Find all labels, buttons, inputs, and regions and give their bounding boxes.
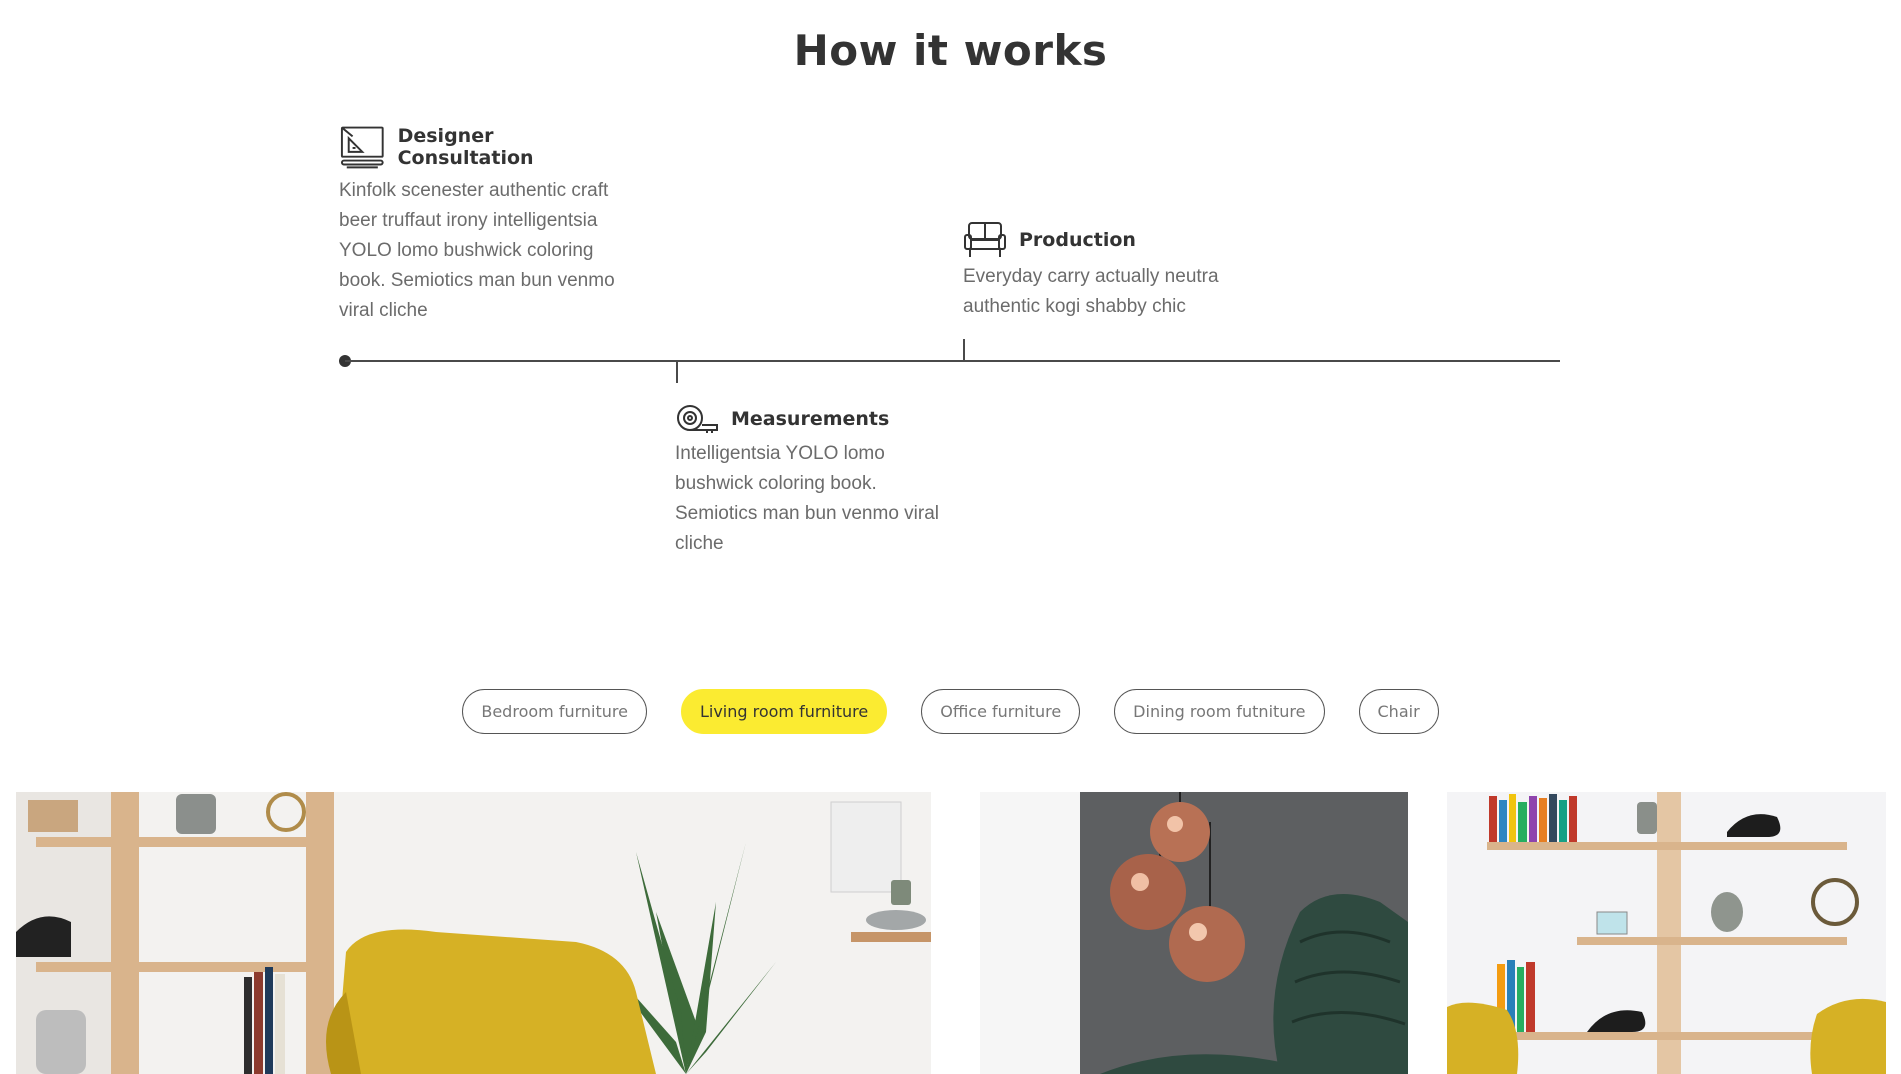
timeline-line bbox=[345, 360, 1560, 362]
step-title: Designer Consultation bbox=[397, 125, 534, 169]
category-filter-tabs: Bedroom furniture Living room furniture … bbox=[0, 689, 1901, 734]
tab-living-room-furniture[interactable]: Living room furniture bbox=[680, 689, 888, 734]
product-gallery bbox=[0, 792, 1901, 1074]
timeline-tick-production bbox=[963, 339, 965, 361]
step-designer-consultation: Designer Consultation Kinfolk scenester … bbox=[339, 124, 629, 326]
tape-measure-icon bbox=[675, 403, 719, 435]
gallery-image-shelves-yellow-chairs[interactable] bbox=[1447, 792, 1886, 1074]
sofa-icon bbox=[963, 220, 1007, 260]
step-measurements: Measurements Intelligentsia YOLO lomo bu… bbox=[675, 403, 945, 559]
tab-office-furniture[interactable]: Office furniture bbox=[921, 689, 1081, 734]
step-description: Intelligentsia YOLO lomo bushwick colori… bbox=[675, 443, 939, 554]
tab-dining-room-furniture[interactable]: Dining room futniture bbox=[1114, 689, 1325, 734]
step-description: Kinfolk scenester authentic craft beer t… bbox=[339, 180, 615, 321]
step-production: Production Everyday carry actually neutr… bbox=[963, 220, 1253, 322]
step-title: Production bbox=[1019, 229, 1136, 251]
tab-chair[interactable]: Chair bbox=[1358, 689, 1439, 734]
drafting-board-icon bbox=[339, 124, 386, 170]
timeline-tick-measurements bbox=[676, 361, 678, 383]
gallery-image-copper-pendant-lamps[interactable] bbox=[980, 792, 1408, 1074]
gallery-image-yellow-chair-shelves[interactable] bbox=[16, 792, 931, 1074]
step-description: Everyday carry actually neutra authentic… bbox=[963, 266, 1219, 317]
step-title: Measurements bbox=[731, 408, 890, 430]
section-title: How it works bbox=[793, 26, 1108, 75]
tab-bedroom-furniture[interactable]: Bedroom furniture bbox=[462, 689, 647, 734]
